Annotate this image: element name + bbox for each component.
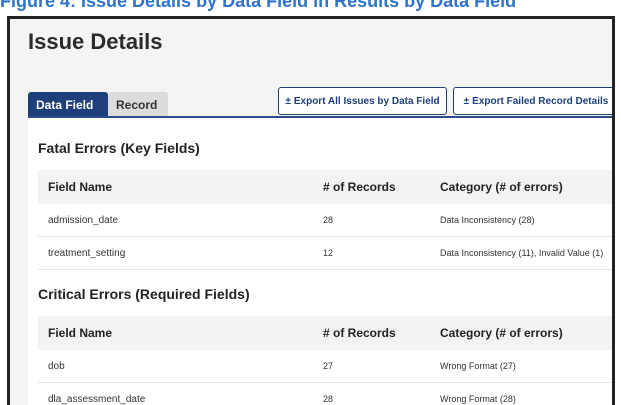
figure-caption: Figure 4: Issue Details by Data Field in… (0, 0, 517, 11)
records-cell: 27 (323, 361, 334, 371)
section-title-critical: Critical Errors (Required Fields) (38, 286, 250, 302)
table-header: Field Name # of Records Category (# of e… (38, 316, 612, 351)
table-row: admission_date 28 Data Inconsistency (28… (38, 204, 612, 237)
records-cell: 28 (323, 215, 334, 225)
export-icon: ± (463, 96, 470, 107)
field-name-cell: dob (48, 361, 65, 372)
category-cell: Wrong Format (28) (440, 394, 516, 404)
page-title: Issue Details (28, 29, 163, 54)
field-name-cell: dla_assessment_date (48, 394, 146, 405)
column-header-category: Category (# of errors) (440, 180, 563, 194)
column-header-records: # of Records (323, 180, 396, 194)
category-cell: Data Inconsistency (28) (440, 215, 535, 225)
column-header-field-name: Field Name (48, 180, 113, 194)
table-row: dla_assessment_date 28 Wrong Format (28) (38, 383, 612, 405)
export-all-issues-label: Export All Issues by Data Field (293, 96, 440, 107)
category-cell: Data Inconsistency (11), Invalid Value (… (440, 248, 604, 258)
issue-details-panel: Issue Details Data Field Record ± Export … (7, 16, 615, 405)
field-name-cell: treatment_setting (48, 248, 126, 259)
category-cell: Wrong Format (27) (440, 361, 516, 371)
export-icon: ± (285, 96, 291, 107)
table-row: dob 27 Wrong Format (27) (38, 350, 612, 383)
table-row: treatment_setting 12 Data Inconsistency … (38, 237, 612, 270)
column-header-records: # of Records (323, 326, 396, 340)
export-all-issues-button[interactable]: ± Export All Issues by Data Field (278, 87, 447, 115)
column-header-category: Category (# of errors) (440, 326, 563, 340)
records-cell: 12 (323, 248, 334, 258)
field-name-cell: admission_date (48, 215, 119, 226)
column-header-field-name: Field Name (48, 326, 113, 340)
table-header: Field Name # of Records Category (# of e… (38, 170, 612, 205)
records-cell: 28 (323, 394, 334, 404)
issue-tables: Fatal Errors (Key Fields) Field Name # o… (28, 118, 612, 405)
export-failed-records-button[interactable]: ± Export Failed Record Details (453, 87, 612, 115)
export-failed-records-label: Export Failed Record Details (472, 96, 609, 107)
tab-data-field[interactable]: Data Field (28, 92, 108, 118)
tab-record[interactable]: Record (108, 92, 168, 118)
section-title-fatal: Fatal Errors (Key Fields) (38, 140, 200, 156)
